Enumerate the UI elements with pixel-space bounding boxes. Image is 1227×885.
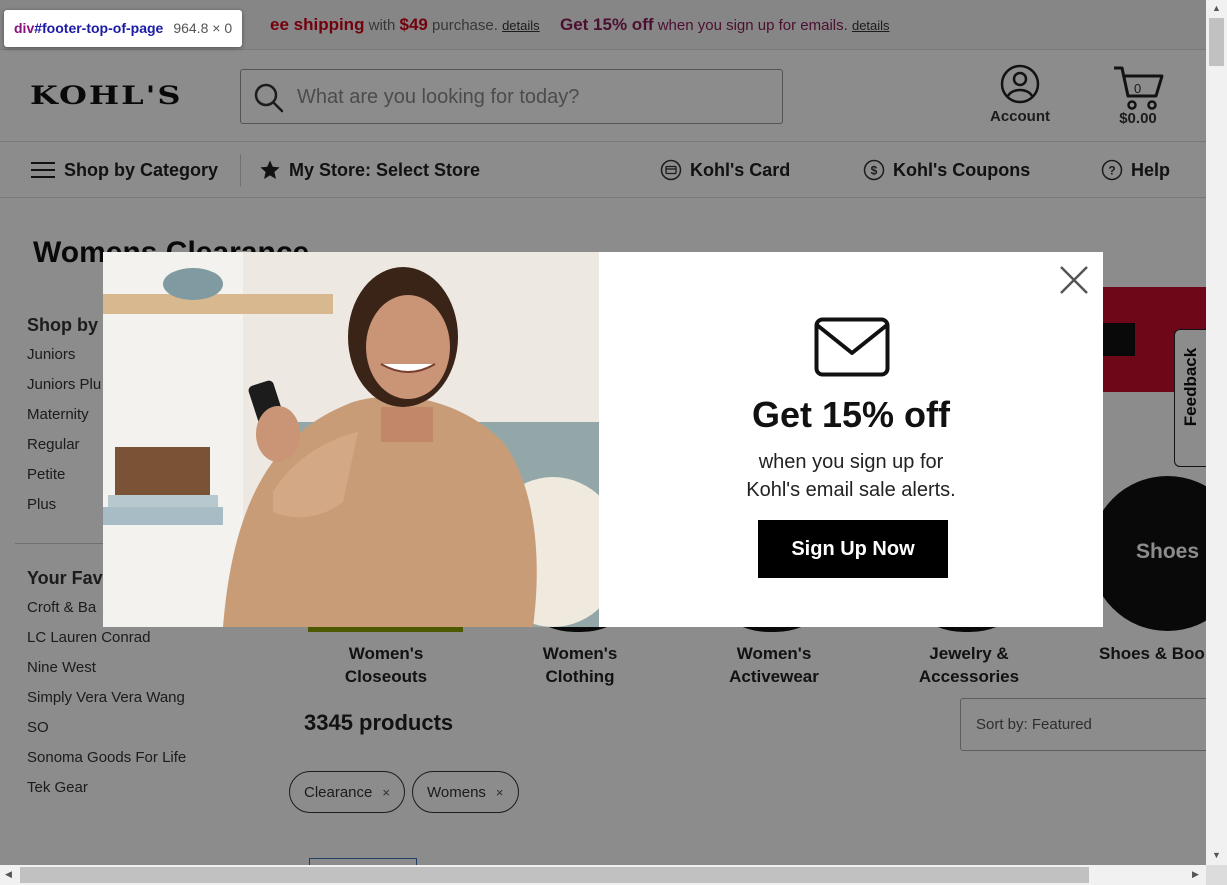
- vertical-scrollbar[interactable]: ▲ ▼: [1206, 0, 1227, 865]
- scroll-down-arrow-icon[interactable]: ▼: [1212, 850, 1221, 860]
- tooltip-tag: div: [14, 20, 35, 36]
- horizontal-scroll-thumb[interactable]: [20, 867, 1089, 883]
- page: ee shipping with $49 purchase. details G…: [0, 0, 1206, 865]
- scroll-up-arrow-icon[interactable]: ▲: [1212, 3, 1221, 13]
- scroll-left-arrow-icon[interactable]: ◀: [5, 869, 12, 880]
- scroll-right-arrow-icon[interactable]: ▶: [1192, 869, 1199, 880]
- modal-heading: Get 15% off: [751, 394, 951, 435]
- envelope-icon: [814, 317, 890, 377]
- close-icon[interactable]: [1058, 264, 1090, 296]
- devtools-inspect-tooltip: div#footer-top-of-page 964.8 × 0: [4, 10, 243, 47]
- vertical-scroll-thumb[interactable]: [1209, 18, 1224, 66]
- modal-body: when you sign up for Kohl's email sale a…: [599, 448, 1103, 504]
- tooltip-dimensions: 964.8 × 0: [173, 20, 233, 36]
- sign-up-now-button[interactable]: Sign Up Now: [758, 520, 948, 578]
- woman-with-phone-photo: [103, 252, 599, 627]
- modal-body-line2: Kohl's email sale alerts.: [746, 479, 956, 501]
- scrollbar-corner: [1206, 865, 1227, 885]
- tooltip-id: #footer-top-of-page: [34, 20, 164, 36]
- email-signup-modal: Get 15% off when you sign up for Kohl's …: [103, 252, 1103, 627]
- horizontal-scrollbar[interactable]: ◀ ▶: [0, 865, 1206, 885]
- modal-body-line1: when you sign up for: [758, 451, 944, 473]
